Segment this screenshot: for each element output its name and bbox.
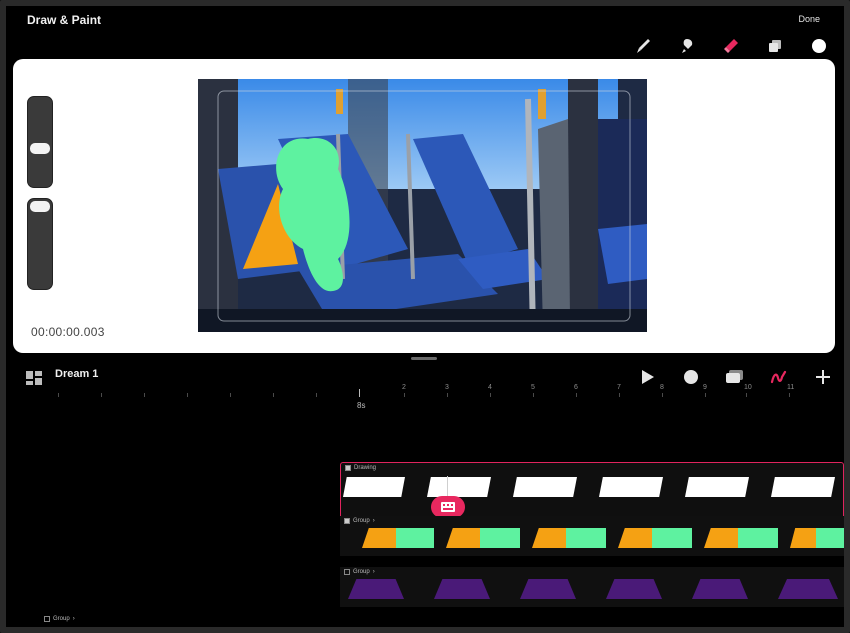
ruler-label: 9 [703,384,707,391]
playhead-label: 8s [357,401,366,410]
timecode: 00:00:00.003 [31,325,105,339]
drawing-track[interactable]: Drawing [340,462,844,520]
smudge-icon[interactable] [672,36,702,56]
purple-segment[interactable] [692,579,748,599]
left-group-checkbox[interactable] [44,616,50,622]
eraser-icon[interactable] [716,36,746,56]
ruler-tick [576,393,577,397]
canvas-panel: 00:00:00.003 [13,59,835,353]
ruler-tick [662,393,663,397]
purple-segment[interactable] [606,579,662,599]
playhead-tick[interactable] [359,389,360,397]
ruler-label: 2 [402,384,406,391]
ruler-label: 11 [787,384,795,391]
orange-segment[interactable] [704,528,738,548]
orange-segment[interactable] [790,528,816,548]
ruler-tick [490,393,491,397]
ruler-tick [447,393,448,397]
left-group-label: Group [53,616,70,622]
ruler-tick [230,393,231,397]
purple-segment[interactable] [778,579,838,599]
app-window: Draw & Paint Done 00:00:00.003 Dream 1 2… [6,6,844,627]
purple-segment[interactable] [434,579,490,599]
drawing-frame[interactable] [427,477,491,497]
ruler-label: 6 [574,384,578,391]
ruler-label: 5 [531,384,535,391]
ruler-tick [144,393,145,397]
layers-icon[interactable] [760,36,790,56]
app-title: Draw & Paint [27,13,102,27]
ruler-tick [58,393,59,397]
orange-segment[interactable] [618,528,652,548]
ruler-tick [404,393,405,397]
done-button[interactable]: Done [798,14,820,24]
drawing-track-label: Drawing [354,465,377,471]
orange-segment[interactable] [362,528,396,548]
ruler-tick [533,393,534,397]
orange-segment[interactable] [532,528,566,548]
ruler-label: 3 [445,384,449,391]
green-segment[interactable] [652,528,692,548]
ruler-label: 10 [744,384,752,391]
keyframe-stem [447,476,448,497]
group-track-checkbox[interactable] [344,569,350,575]
ruler-tick [789,393,790,397]
brush-icon[interactable] [628,36,658,56]
green-segment[interactable] [566,528,606,548]
brush-size-slider[interactable] [27,96,53,188]
project-name: Dream 1 [55,368,99,380]
drawing-frame[interactable] [685,477,749,497]
panel-resize-handle[interactable] [411,357,437,360]
keyframe-button[interactable] [431,496,465,518]
group-track-label: Group [353,569,370,575]
chevron-right-icon[interactable]: › [373,518,375,524]
top-bar: Draw & Paint Done [6,6,844,58]
drawing-track-header: Drawing [345,465,376,471]
brush-size-thumb[interactable] [30,143,50,154]
film-icon [441,502,455,512]
drawing-track-checkbox[interactable] [345,465,351,471]
opacity-thumb[interactable] [30,201,50,212]
orange-segment[interactable] [446,528,480,548]
group-track-header: Group › [344,569,375,575]
ruler-tick [705,393,706,397]
ruler-tick [619,393,620,397]
video-frame[interactable] [198,79,647,332]
ruler-tick [746,393,747,397]
ruler-tick [187,393,188,397]
group-track-label: Group [353,518,370,524]
ruler-tick [316,393,317,397]
group-track-header: Group › [344,518,375,524]
ruler-tick [101,393,102,397]
timeline-tracks: Drawing Group › Group › [340,412,844,627]
green-segment[interactable] [396,528,434,548]
color-icon[interactable] [804,36,834,56]
green-segment[interactable] [480,528,520,548]
drawing-tools [628,36,834,56]
ruler-label: 7 [617,384,621,391]
green-segment[interactable] [816,528,844,548]
purple-segment[interactable] [520,579,576,599]
group-track-checkbox[interactable] [344,518,350,524]
opacity-slider[interactable] [27,198,53,290]
group-track[interactable]: Group › [340,567,844,607]
chevron-right-icon[interactable]: › [73,616,75,622]
left-group-item[interactable]: Group › [44,616,75,622]
purple-segment[interactable] [348,579,404,599]
ruler-label: 4 [488,384,492,391]
drawing-frame[interactable] [343,477,405,497]
group-track[interactable]: Group › [340,516,844,556]
ruler-label: 8 [660,384,664,391]
drawing-frame[interactable] [513,477,577,497]
chevron-right-icon[interactable]: › [373,569,375,575]
ruler-tick [273,393,274,397]
drawing-frame[interactable] [599,477,663,497]
timeline-ruler[interactable]: 2 3 4 5 6 7 8 9 10 11 [6,384,844,400]
green-segment[interactable] [738,528,778,548]
drawing-frame[interactable] [771,477,835,497]
